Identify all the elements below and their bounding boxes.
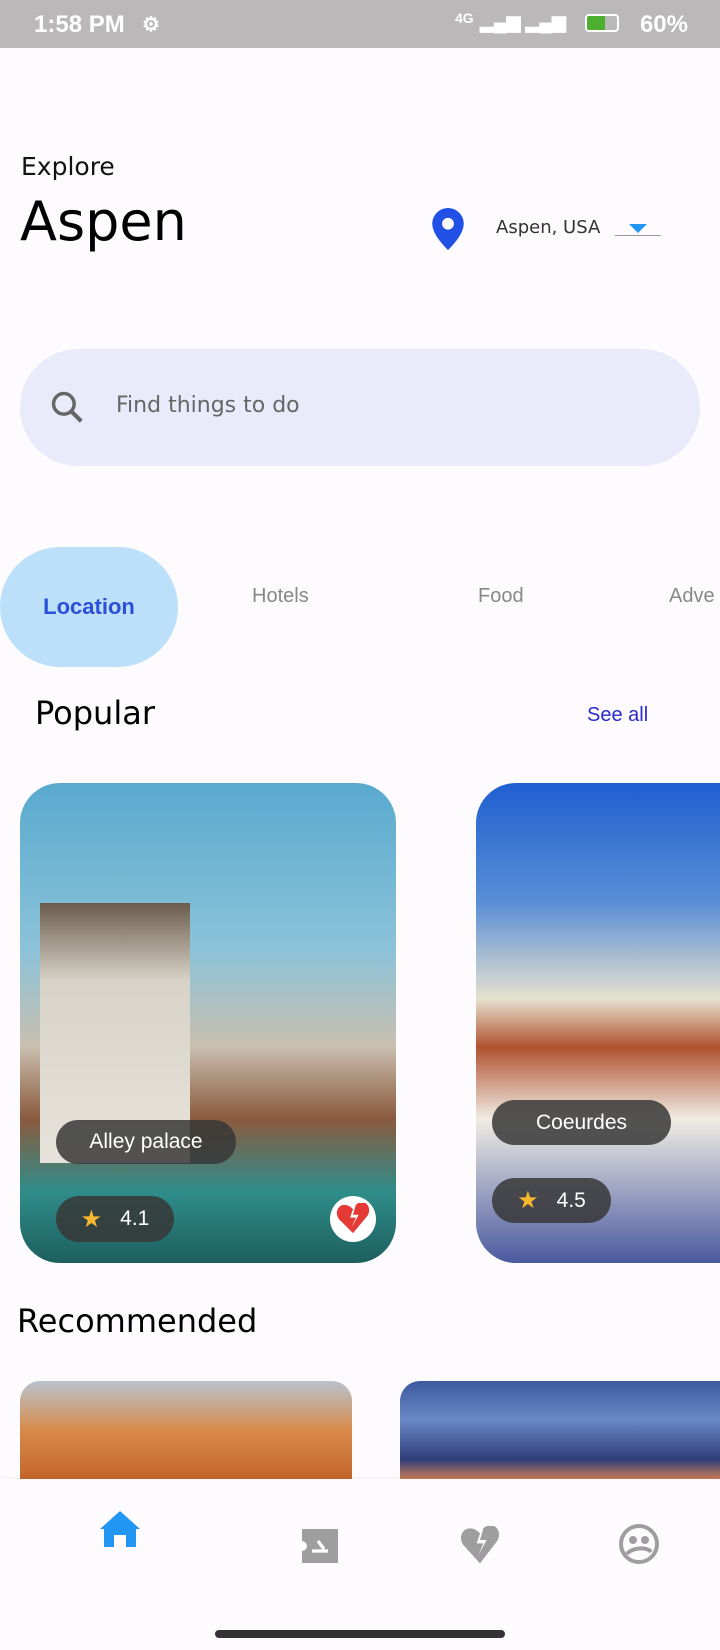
search-icon	[51, 391, 83, 423]
battery-icon	[585, 14, 619, 32]
heart-broken-icon	[336, 1203, 370, 1234]
home-indicator[interactable]	[215, 1630, 505, 1638]
place-name: Alley palace	[56, 1120, 236, 1164]
tab-hotels[interactable]: Hotels	[252, 585, 309, 608]
settings-icon: ⚙	[142, 14, 160, 36]
home-icon[interactable]	[100, 1511, 140, 1547]
network-type: 4G	[455, 10, 474, 26]
status-time: 1:58 PM	[34, 11, 125, 38]
popular-card[interactable]: Alley palace ★ 4.1	[20, 783, 396, 1263]
star-icon: ★	[80, 1205, 103, 1233]
rating-badge: ★ 4.1	[56, 1196, 174, 1242]
page-title: Aspen	[20, 190, 187, 253]
star-icon: ★	[517, 1187, 539, 1214]
status-bar: 1:58 PM ⚙ 4G ▂▄▆ ▂▄▆ 60%	[0, 0, 720, 48]
recommended-heading: Recommended	[17, 1302, 258, 1340]
location-pin-icon	[432, 208, 464, 250]
dropdown-arrow-icon[interactable]	[629, 224, 647, 233]
header-subtitle: Explore	[21, 152, 115, 181]
tab-adventure[interactable]: Adve	[669, 585, 715, 608]
popular-card[interactable]: Coeurdes ★ 4.5	[476, 783, 720, 1263]
tab-location[interactable]: Location	[0, 547, 178, 667]
signal-icon: ▂▄▆ ▂▄▆	[480, 12, 566, 32]
face-icon[interactable]	[619, 1524, 659, 1564]
search-placeholder: Find things to do	[116, 393, 300, 418]
location-select[interactable]: Aspen, USA	[496, 217, 600, 238]
popular-heading: Popular	[35, 694, 155, 732]
see-all-link[interactable]: See all	[587, 704, 648, 727]
location-select-underline	[615, 235, 661, 236]
battery-level: 60%	[639, 11, 688, 38]
favorite-button[interactable]	[330, 1196, 376, 1242]
recommended-card[interactable]	[400, 1381, 720, 1479]
rating-value: 4.5	[556, 1188, 586, 1212]
tab-label: Location	[43, 594, 135, 619]
rating-badge: ★ 4.5	[492, 1178, 611, 1223]
place-name: Coeurdes	[492, 1100, 671, 1145]
ticket-icon[interactable]	[300, 1529, 340, 1563]
recommended-card[interactable]	[20, 1381, 352, 1479]
heart-broken-icon[interactable]	[460, 1526, 500, 1564]
bottom-nav	[0, 1479, 720, 1650]
rating-value: 4.1	[120, 1207, 150, 1230]
tab-food[interactable]: Food	[478, 585, 524, 608]
search-input[interactable]: Find things to do	[20, 349, 700, 466]
